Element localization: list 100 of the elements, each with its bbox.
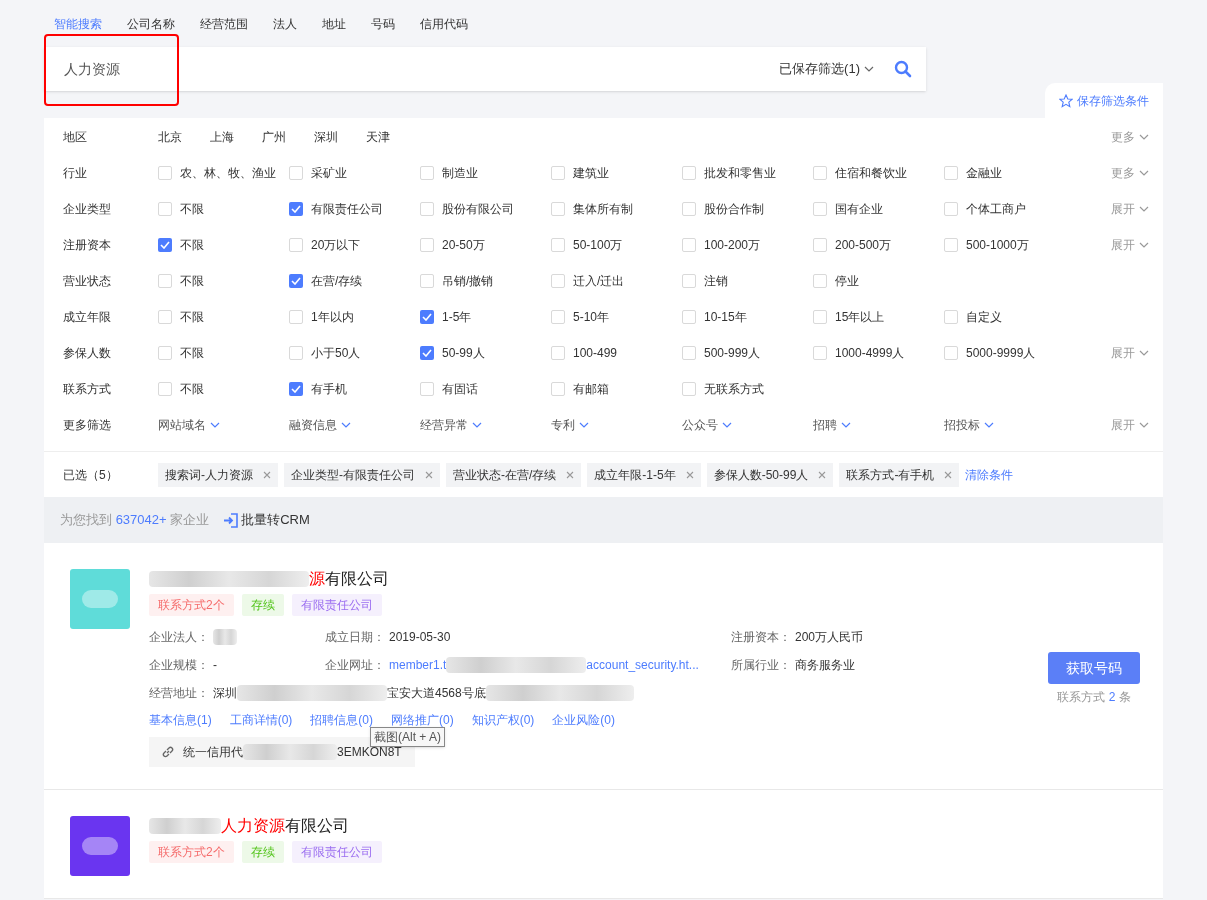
detail-link[interactable]: 招聘信息(0) <box>310 711 373 729</box>
filter-checkbox[interactable]: 自定义 <box>944 308 1075 326</box>
detail-link[interactable]: 知识产权(0) <box>471 711 535 729</box>
close-icon[interactable] <box>818 470 827 479</box>
filter-dropdown[interactable]: 招投标 <box>944 416 1075 434</box>
filter-checkbox[interactable]: 100-200万 <box>682 236 813 254</box>
search-tab[interactable]: 法人 <box>273 14 297 33</box>
filter-option[interactable]: 广州 <box>262 128 286 146</box>
filter-checkbox[interactable]: 小于50人 <box>289 344 420 362</box>
search-tab[interactable]: 经营范围 <box>200 14 248 33</box>
filter-checkbox[interactable]: 迁入/迁出 <box>551 272 682 290</box>
filter-checkbox[interactable]: 有固话 <box>420 380 551 398</box>
filter-dropdown[interactable]: 融资信息 <box>289 416 420 434</box>
filter-option[interactable]: 深圳 <box>314 128 338 146</box>
filter-checkbox[interactable]: 1-5年 <box>420 308 551 326</box>
close-icon[interactable] <box>263 470 271 479</box>
filter-checkbox[interactable]: 农、林、牧、渔业 <box>158 164 289 182</box>
filter-checkbox[interactable]: 注销 <box>682 272 813 290</box>
close-icon[interactable] <box>425 470 433 479</box>
close-icon[interactable] <box>944 470 953 479</box>
filter-checkbox[interactable]: 集体所有制 <box>551 200 682 218</box>
filter-checkbox[interactable]: 不限 <box>158 236 289 254</box>
status-tag: 有限责任公司 <box>291 594 382 616</box>
filter-checkbox[interactable]: 1年以内 <box>289 308 420 326</box>
filter-checkbox[interactable]: 国有企业 <box>813 200 944 218</box>
filter-checkbox[interactable]: 10-15年 <box>682 308 813 326</box>
chevron-down-icon <box>1139 206 1149 212</box>
filter-checkbox[interactable]: 采矿业 <box>289 164 420 182</box>
filter-checkbox[interactable]: 50-99人 <box>420 344 551 362</box>
filter-checkbox[interactable]: 停业 <box>813 272 944 290</box>
search-field[interactable]: 人力资源 已保存筛选(1) <box>44 47 926 91</box>
filter-chip[interactable]: 营业状态-在营/存续 <box>446 462 582 487</box>
filter-checkbox[interactable]: 制造业 <box>420 164 551 182</box>
filter-dropdown[interactable]: 公众号 <box>682 416 813 434</box>
close-icon[interactable] <box>566 470 575 479</box>
saved-filters-dropdown[interactable]: 已保存筛选(1) <box>779 59 874 79</box>
filter-checkbox[interactable]: 不限 <box>158 380 289 398</box>
filter-checkbox[interactable]: 有限责任公司 <box>289 200 420 218</box>
filter-dropdown[interactable]: 经营异常 <box>420 416 551 434</box>
close-icon[interactable] <box>685 470 694 479</box>
filter-checkbox[interactable]: 1000-4999人 <box>813 344 944 362</box>
filter-checkbox[interactable]: 无联系方式 <box>682 380 813 398</box>
filter-checkbox[interactable]: 个体工商户 <box>944 200 1075 218</box>
filter-checkbox[interactable]: 住宿和餐饮业 <box>813 164 944 182</box>
filter-checkbox[interactable]: 不限 <box>158 344 289 362</box>
filter-checkbox[interactable]: 股份有限公司 <box>420 200 551 218</box>
check-icon <box>422 313 432 321</box>
filter-chip[interactable]: 联系方式-有手机 <box>839 462 960 487</box>
filter-checkbox[interactable]: 20-50万 <box>420 236 551 254</box>
filter-option[interactable]: 上海 <box>210 128 234 146</box>
filter-checkbox[interactable]: 500-999人 <box>682 344 813 362</box>
save-filter-link[interactable]: 保存筛选条件 <box>1045 83 1163 118</box>
filter-checkbox[interactable]: 5-10年 <box>551 308 682 326</box>
filter-checkbox[interactable]: 不限 <box>158 308 289 326</box>
filter-chip[interactable]: 搜索词-人力资源 <box>158 462 278 487</box>
filter-option[interactable]: 北京 <box>158 128 182 146</box>
company-name[interactable]: 人力资源有限公司 <box>149 816 1140 836</box>
filter-checkbox[interactable]: 不限 <box>158 200 289 218</box>
detail-link[interactable]: 企业风险(0) <box>552 711 616 729</box>
filter-checkbox[interactable]: 股份合作制 <box>682 200 813 218</box>
chevron-down-icon <box>210 422 220 428</box>
filter-checkbox[interactable]: 20万以下 <box>289 236 420 254</box>
filter-option[interactable]: 天津 <box>366 128 390 146</box>
filter-checkbox[interactable]: 不限 <box>158 272 289 290</box>
filter-dropdown[interactable]: 招聘 <box>813 416 944 434</box>
search-tab[interactable]: 地址 <box>322 14 346 33</box>
filter-checkbox[interactable]: 15年以上 <box>813 308 944 326</box>
filter-chip[interactable]: 成立年限-1-5年 <box>587 462 701 487</box>
selected-count-label: 已选（5） <box>63 466 119 484</box>
filter-label: 地区 <box>63 129 88 146</box>
search-tab[interactable]: 智能搜索 <box>54 14 102 33</box>
detail-link[interactable]: 基本信息(1) <box>149 711 212 729</box>
filter-dropdown[interactable]: 网站域名 <box>158 416 289 434</box>
detail-link[interactable]: 网络推广(0) <box>391 711 454 729</box>
filter-checkbox[interactable]: 100-499 <box>551 344 682 362</box>
company-name[interactable]: 源有限公司 <box>149 569 1048 589</box>
search-tab[interactable]: 号码 <box>371 14 395 33</box>
filter-checkbox[interactable]: 吊销/撤销 <box>420 272 551 290</box>
search-tab[interactable]: 信用代码 <box>420 14 468 33</box>
filter-checkbox[interactable]: 金融业 <box>944 164 1075 182</box>
filter-checkbox[interactable]: 有邮箱 <box>551 380 682 398</box>
status-tag: 存续 <box>241 841 284 863</box>
search-tab[interactable]: 公司名称 <box>127 14 175 33</box>
filter-checkbox[interactable]: 500-1000万 <box>944 236 1075 254</box>
filter-checkbox[interactable]: 批发和零售业 <box>682 164 813 182</box>
clear-filters-link[interactable]: 清除条件 <box>965 465 1014 484</box>
filter-checkbox[interactable]: 建筑业 <box>551 164 682 182</box>
filter-checkbox[interactable]: 5000-9999人 <box>944 344 1075 362</box>
filter-dropdown[interactable]: 专利 <box>551 416 682 434</box>
get-number-button[interactable]: 获取号码 <box>1048 652 1140 684</box>
filter-checkbox[interactable]: 200-500万 <box>813 236 944 254</box>
filter-checkbox[interactable]: 50-100万 <box>551 236 682 254</box>
filter-chip[interactable]: 参保人数-50-99人 <box>706 462 834 487</box>
detail-link[interactable]: 工商详情(0) <box>229 711 293 729</box>
bulk-crm-button[interactable]: 批量转CRM <box>223 510 310 530</box>
info-field: 企业规模： - <box>149 656 325 674</box>
search-icon[interactable] <box>894 60 912 78</box>
filter-chip[interactable]: 企业类型-有限责任公司 <box>284 462 440 487</box>
filter-checkbox[interactable]: 有手机 <box>289 380 420 398</box>
filter-checkbox[interactable]: 在营/存续 <box>289 272 420 290</box>
